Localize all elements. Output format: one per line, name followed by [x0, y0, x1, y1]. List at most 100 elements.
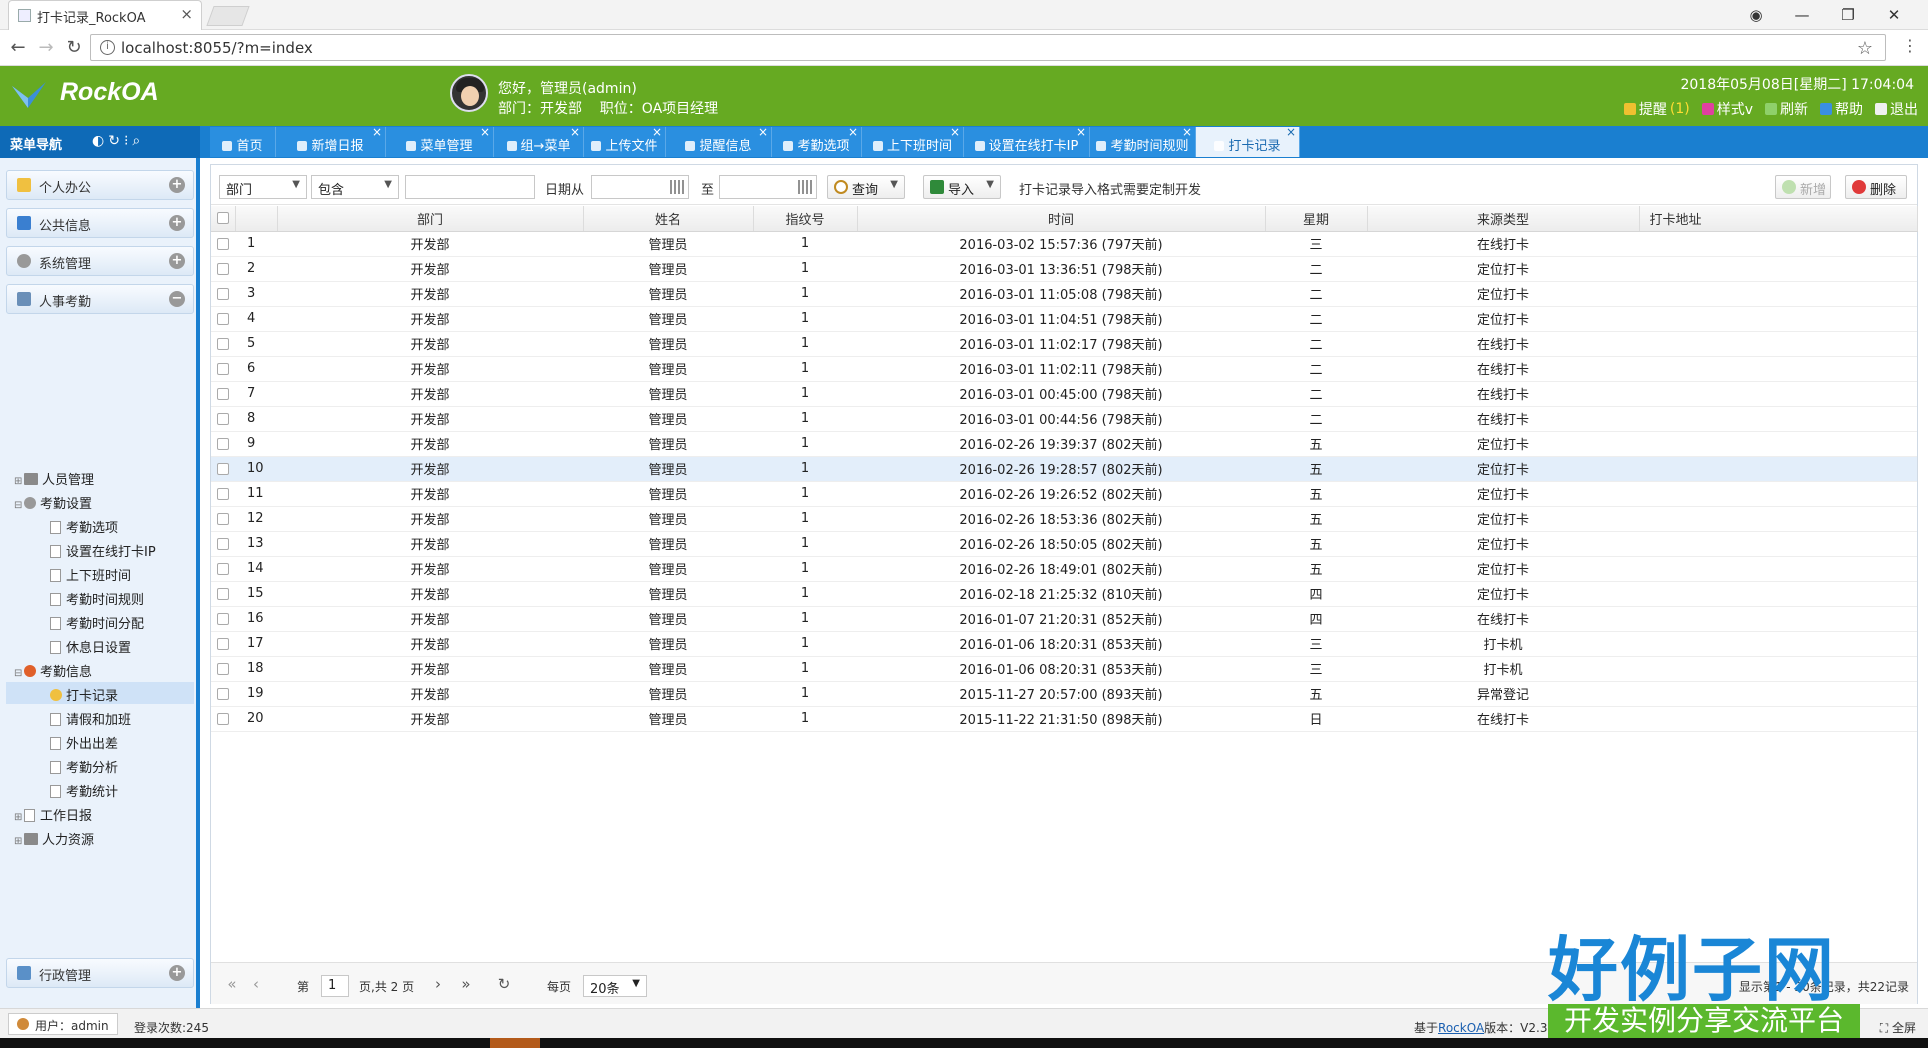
header-action-logout[interactable]: 退出 [1875, 99, 1918, 119]
tree-item[interactable]: 请假和加班 [6, 706, 194, 728]
table-row[interactable]: 4 开发部 管理员 1 2016-03-01 11:04:51 (798天前) 二定位打卡 [211, 306, 1917, 332]
sidebar-group-public[interactable]: 公共信息 + [6, 208, 194, 238]
row-checkbox[interactable] [217, 537, 229, 550]
column-header-source[interactable]: 来源类型 [1367, 206, 1640, 232]
tree-item[interactable]: ⊞ 工作日报 [6, 802, 194, 824]
close-tab-icon[interactable]: × [570, 125, 580, 139]
column-header-name[interactable]: 姓名 [583, 206, 754, 232]
status-user[interactable]: 用户：admin [8, 1013, 118, 1035]
row-checkbox[interactable] [217, 712, 229, 725]
close-tab-icon[interactable]: × [1182, 125, 1192, 139]
row-checkbox-cell[interactable] [211, 356, 235, 382]
site-info-icon[interactable]: i [100, 40, 115, 55]
collapse-node-icon[interactable]: ⊟ [14, 668, 24, 679]
row-checkbox[interactable] [217, 337, 229, 350]
row-checkbox-cell[interactable] [211, 581, 235, 607]
close-window-icon[interactable]: ✕ [1874, 2, 1914, 28]
table-row[interactable]: 18 开发部 管理员 1 2016-01-06 08:20:31 (853天前) 三打卡机 [211, 656, 1917, 682]
table-row[interactable]: 5 开发部 管理员 1 2016-03-01 11:02:17 (798天前) 二在线打卡 [211, 331, 1917, 357]
close-tab-icon[interactable]: × [758, 125, 768, 139]
table-row[interactable]: 8 开发部 管理员 1 2016-03-01 00:44:56 (798天前) 二在线打卡 [211, 406, 1917, 432]
table-row[interactable]: 3 开发部 管理员 1 2016-03-01 11:05:08 (798天前) 二定位打卡 [211, 281, 1917, 307]
collapse-node-icon[interactable]: ⊟ [14, 500, 24, 511]
header-action-refresh[interactable]: 刷新 [1765, 99, 1808, 119]
table-row[interactable]: 15 开发部 管理员 1 2016-02-18 21:25:32 (810天前) 四定位打… [211, 581, 1917, 607]
row-checkbox-cell[interactable] [211, 706, 235, 732]
delete-button[interactable]: 删除 [1845, 175, 1907, 199]
prev-page-icon[interactable]: ‹ [245, 974, 267, 996]
table-row[interactable]: 20 开发部 管理员 1 2015-11-22 21:31:50 (898天前) 日在线打… [211, 706, 1917, 732]
tree-item[interactable]: 考勤分析 [6, 754, 194, 776]
table-row[interactable]: 14 开发部 管理员 1 2016-02-26 18:49:01 (802天前) 五定位打… [211, 556, 1917, 582]
add-button[interactable]: 新增 [1775, 175, 1831, 199]
row-checkbox[interactable] [217, 487, 229, 500]
expand-node-icon[interactable]: ⊞ [14, 812, 24, 823]
sidebar-group-personal[interactable]: 个人办公 + [6, 170, 194, 200]
row-checkbox[interactable] [217, 687, 229, 700]
row-checkbox[interactable] [217, 512, 229, 525]
row-checkbox[interactable] [217, 287, 229, 300]
sidebar-group-admin[interactable]: 行政管理 + [6, 958, 194, 988]
per-page-select[interactable]: 20条 ▼ [583, 975, 647, 997]
expand-icon[interactable]: + [169, 253, 185, 269]
row-checkbox-cell[interactable] [211, 631, 235, 657]
calendar-icon[interactable] [798, 180, 812, 194]
table-row[interactable]: 11 开发部 管理员 1 2016-02-26 19:26:52 (802天前) 五定位打… [211, 481, 1917, 507]
row-checkbox-cell[interactable] [211, 606, 235, 632]
minimize-icon[interactable]: — [1782, 2, 1822, 28]
expand-icon[interactable]: + [169, 965, 185, 981]
forward-icon[interactable]: → [34, 36, 58, 60]
row-checkbox-cell[interactable] [211, 656, 235, 682]
rockoa-link[interactable]: RockOA [1438, 1021, 1484, 1035]
tree-item[interactable]: 外出出差 [6, 730, 194, 752]
tab-9[interactable]: 设置在线打卡IP × [964, 125, 1090, 157]
row-checkbox-cell[interactable] [211, 431, 235, 457]
table-row[interactable]: 2 开发部 管理员 1 2016-03-01 13:36:51 (798天前) 二定位打卡 [211, 256, 1917, 282]
chevron-down-icon[interactable]: ▼ [986, 179, 994, 190]
close-tab-icon[interactable]: × [180, 5, 193, 23]
date-from-input[interactable] [591, 175, 689, 199]
row-checkbox[interactable] [217, 362, 229, 375]
row-checkbox-cell[interactable] [211, 681, 235, 707]
back-icon[interactable]: ← [6, 36, 30, 60]
row-checkbox[interactable] [217, 437, 229, 450]
page-input[interactable]: 1 [321, 975, 349, 997]
expand-node-icon[interactable]: ⊞ [14, 476, 24, 487]
row-checkbox[interactable] [217, 412, 229, 425]
tree-item[interactable]: 考勤时间分配 [6, 610, 194, 632]
row-checkbox[interactable] [217, 612, 229, 625]
row-checkbox-cell[interactable] [211, 331, 235, 357]
tree-item[interactable]: 考勤时间规则 [6, 586, 194, 608]
maximize-icon[interactable]: ❐ [1828, 2, 1868, 28]
row-checkbox[interactable] [217, 562, 229, 575]
column-header-time[interactable]: 时间 [857, 206, 1266, 232]
tab-8[interactable]: 上下班时间 × [862, 125, 964, 157]
table-row[interactable]: 17 开发部 管理员 1 2016-01-06 18:20:31 (853天前) 三打卡机 [211, 631, 1917, 657]
select-all-checkbox[interactable] [216, 212, 229, 225]
close-tab-icon[interactable]: × [480, 125, 490, 139]
avatar[interactable] [450, 74, 488, 112]
first-page-icon[interactable]: « [221, 974, 243, 996]
browser-menu-icon[interactable]: ⋮ [1902, 36, 1918, 55]
select-all-cell[interactable] [211, 206, 236, 232]
column-header-fingerprint[interactable]: 指纹号 [753, 206, 858, 232]
refresh-page-icon[interactable]: ↻ [493, 974, 515, 996]
new-tab-button[interactable] [206, 6, 250, 26]
table-row[interactable]: 10 开发部 管理员 1 2016-02-26 19:28:57 (802天前) 五定位打… [211, 456, 1917, 482]
row-checkbox[interactable] [217, 462, 229, 475]
tab-2[interactable]: 新增日报 × [276, 125, 386, 157]
expand-icon[interactable]: + [169, 215, 185, 231]
fullscreen-button[interactable]: ⛶ 全屏 [1880, 1019, 1916, 1036]
bookmark-star-icon[interactable]: ☆ [1857, 38, 1873, 59]
row-checkbox[interactable] [217, 587, 229, 600]
tab-11[interactable]: 打卡记录 × [1196, 125, 1300, 157]
row-checkbox[interactable] [217, 262, 229, 275]
table-row[interactable]: 7 开发部 管理员 1 2016-03-01 00:45:00 (798天前) 二在线打卡 [211, 381, 1917, 407]
next-page-icon[interactable]: › [427, 974, 449, 996]
tab-5[interactable]: 上传文件 × [584, 125, 666, 157]
tab-7[interactable]: 考勤选项 × [772, 125, 862, 157]
row-checkbox-cell[interactable] [211, 406, 235, 432]
expand-node-icon[interactable]: ⊞ [14, 836, 24, 847]
tree-item[interactable]: ⊟ 考勤信息 [6, 658, 194, 680]
sidebar-group-hr[interactable]: 人事考勤 − [6, 284, 194, 314]
